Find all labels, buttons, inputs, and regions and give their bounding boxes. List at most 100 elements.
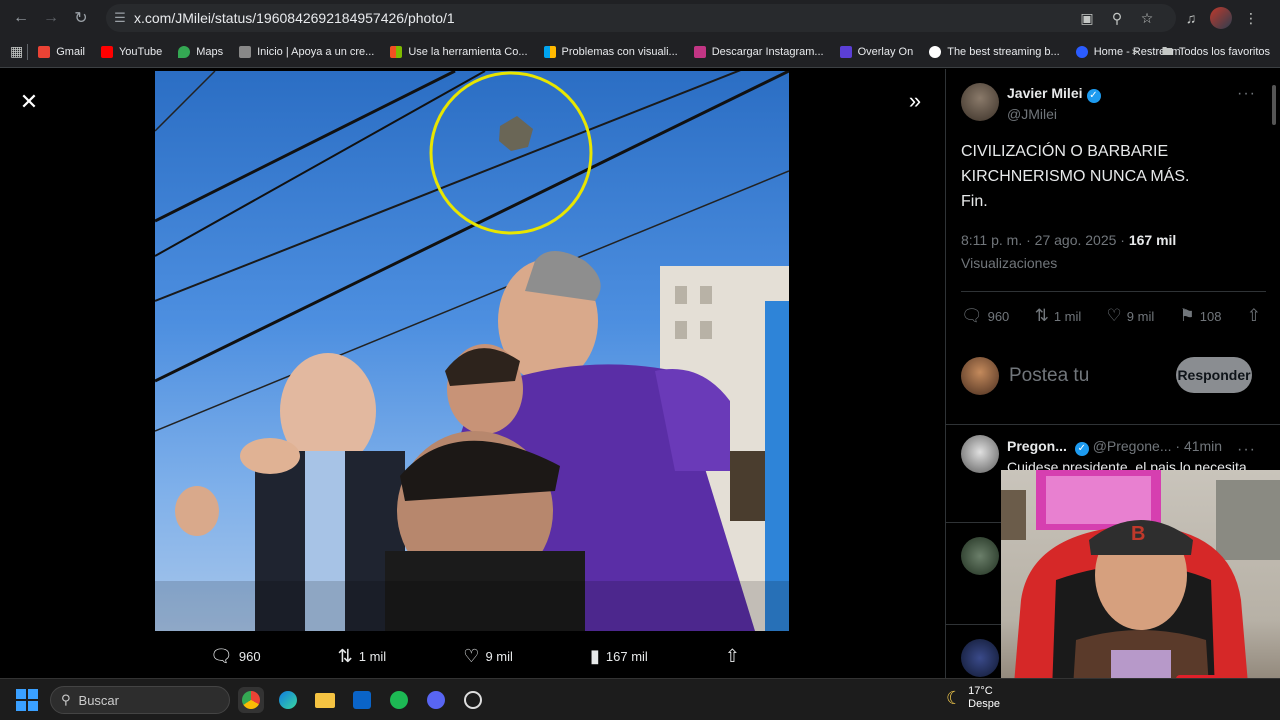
bookmark-apoya[interactable]: Inicio | Apoya a un cre... [239, 45, 374, 58]
bookmark-label: Problemas con visuali... [561, 45, 678, 58]
app-icon[interactable] [460, 687, 486, 713]
browser-toolbar: ← → ↻ ☰ x.com/JMilei/status/196084269218… [0, 0, 1280, 36]
bookmarks-right: » 🖿 Todos los favoritos [1132, 36, 1270, 68]
tweet-text-line: CIVILIZACIÓN O BARBARIE [961, 143, 1169, 160]
stat-share[interactable]: ⇧ [1247, 301, 1261, 331]
more-options-icon[interactable]: ··· [1237, 85, 1256, 103]
like-count: 9 mil [485, 648, 513, 664]
weather-temperature: 17°C [968, 685, 993, 697]
media-icon[interactable]: ♫ [1180, 10, 1202, 26]
author-name-row[interactable]: Javier Milei ✓ [1007, 85, 1101, 103]
reply-avatar[interactable] [961, 639, 999, 677]
svg-text:B: B [1131, 523, 1145, 545]
photo-illustration [155, 71, 789, 631]
bookmark-instagram[interactable]: Descargar Instagram... [693, 45, 824, 58]
tweet-stats: 🗨 960 ⇅ 1 mil ♡ 9 mil ⚑ 108 ⇧ [961, 301, 1261, 331]
reply-icon: 🗨 [210, 645, 233, 666]
install-app-icon[interactable]: ▣ [1076, 10, 1098, 27]
reply-avatar[interactable] [961, 537, 999, 575]
stat-bookmarks[interactable]: ⚑ 108 [1180, 301, 1222, 331]
author-avatar[interactable] [961, 83, 999, 121]
restream-icon [1075, 45, 1088, 58]
folder-icon: 🖿 [1161, 45, 1173, 58]
menu-icon[interactable]: ⋮ [1240, 10, 1262, 27]
analytics-icon: ▮ [589, 645, 600, 666]
tweet-author: Javier Milei ✓ @JMilei [961, 83, 1101, 122]
outlook-app-icon[interactable] [349, 687, 375, 713]
bookmarks-separator [27, 43, 29, 60]
discord-app-icon[interactable] [423, 687, 449, 713]
chrome-app-icon[interactable] [238, 687, 264, 713]
close-icon[interactable]: ✕ [16, 89, 42, 115]
forward-arrow-icon[interactable]: → [36, 3, 66, 33]
weather-condition: Despe [968, 698, 1000, 710]
bookmark-youtube[interactable]: YouTube [100, 45, 163, 58]
bookmark-gmail[interactable]: Gmail [38, 45, 85, 58]
tweet-text-line: Fin. [961, 193, 988, 210]
link-icon [239, 45, 252, 58]
streaming-icon [929, 45, 942, 58]
microsoft-icon [543, 45, 556, 58]
repost-action[interactable]: ⇅ 1 mil [338, 646, 387, 667]
bookmark-label: Descargar Instagram... [711, 45, 824, 58]
bookmark-streaming[interactable]: The best streaming b... [929, 45, 1060, 58]
edge-app-icon[interactable] [275, 687, 301, 713]
bookmark-problemas[interactable]: Problemas con visuali... [543, 45, 678, 58]
reply-button[interactable]: Responder [1176, 357, 1252, 393]
panel-scrollbar[interactable] [1272, 85, 1276, 125]
taskbar-search[interactable]: ⚲ Buscar [50, 686, 230, 714]
tweet-text: CIVILIZACIÓN O BARBARIE KIRCHNERISMO NUN… [961, 139, 1261, 214]
back-arrow-icon[interactable]: ← [6, 3, 36, 33]
search-icon: ⚲ [61, 692, 71, 707]
url-text[interactable]: x.com/JMilei/status/1960842692184957426/… [134, 10, 455, 26]
tweet-text-line: KIRCHNERISMO NUNCA MÁS. [961, 168, 1190, 185]
reply-icon: 🗨 [961, 306, 983, 325]
tweet-views-label: Visualizaciones [961, 255, 1058, 271]
profile-avatar[interactable] [1210, 7, 1232, 29]
bookmark-icon: ⚑ [1179, 306, 1195, 325]
reply-input[interactable]: Postea tu [1009, 365, 1089, 387]
bookmark-herramienta[interactable]: Use la herramienta Co... [390, 45, 528, 58]
tweet-photo[interactable] [155, 71, 789, 631]
reply-more-icon[interactable]: ··· [1237, 441, 1256, 459]
spotify-app-icon[interactable] [386, 687, 412, 713]
reply-author-name[interactable]: Pregon... [1007, 438, 1067, 454]
reply-author-handle[interactable]: @Pregone... · 41min [1093, 438, 1222, 454]
tweet-meta: 8:11 p. m. · 27 ago. 2025 · 167 mil Visu… [961, 229, 1261, 275]
bookmark-maps[interactable]: Maps [178, 45, 223, 58]
user-avatar[interactable] [961, 357, 999, 395]
verified-badge-icon: ✓ [1074, 442, 1089, 456]
bookmark-label: YouTube [118, 45, 163, 58]
more-bookmarks-icon[interactable]: » [1132, 46, 1138, 58]
all-bookmarks-folder[interactable]: 🖿 Todos los favoritos [1162, 43, 1270, 62]
site-info-icon[interactable]: ☰ [106, 10, 134, 26]
stat-replies[interactable]: 🗨 960 [961, 301, 1009, 331]
bookmark-label: Use la herramienta Co... [408, 45, 528, 58]
repost-icon: ⇅ [1034, 306, 1049, 325]
reply-action[interactable]: 🗨 960 [210, 646, 261, 667]
apps-grid-icon[interactable]: ▦ [10, 43, 23, 60]
address-bar[interactable]: ☰ x.com/JMilei/status/196084269218495742… [106, 4, 1176, 32]
tweet-timestamp[interactable]: 8:11 p. m. · 27 ago. 2025 · [961, 232, 1129, 248]
heart-icon: ♡ [463, 645, 480, 666]
taskbar-weather[interactable]: ☾ 17°C Despe [946, 685, 1000, 711]
stat-likes[interactable]: ♡ 9 mil [1107, 301, 1155, 331]
like-action[interactable]: ♡ 9 mil [463, 646, 513, 667]
heart-icon: ♡ [1106, 306, 1122, 325]
star-icon[interactable]: ☆ [1136, 10, 1158, 27]
bookmark-overlay[interactable]: Overlay On [839, 45, 914, 58]
reload-icon[interactable]: ↻ [66, 3, 96, 33]
bookmark-label: Overlay On [857, 45, 914, 58]
reply-author-avatar[interactable] [961, 435, 999, 473]
views-count: 167 mil [605, 648, 648, 664]
windows-start-icon[interactable] [16, 689, 38, 711]
zoom-icon[interactable]: ⚲ [1106, 10, 1128, 27]
file-explorer-icon[interactable] [312, 687, 338, 713]
stat-reposts[interactable]: ⇅ 1 mil [1035, 301, 1082, 331]
download-icon [693, 45, 706, 58]
expand-sidebar-icon[interactable]: » [902, 89, 928, 115]
author-handle[interactable]: @JMilei [1007, 106, 1101, 122]
views-action[interactable]: ▮ 167 mil [590, 646, 648, 667]
all-bookmarks-label: Todos los favoritos [1178, 46, 1270, 58]
share-action[interactable]: ⇧ [725, 646, 740, 667]
